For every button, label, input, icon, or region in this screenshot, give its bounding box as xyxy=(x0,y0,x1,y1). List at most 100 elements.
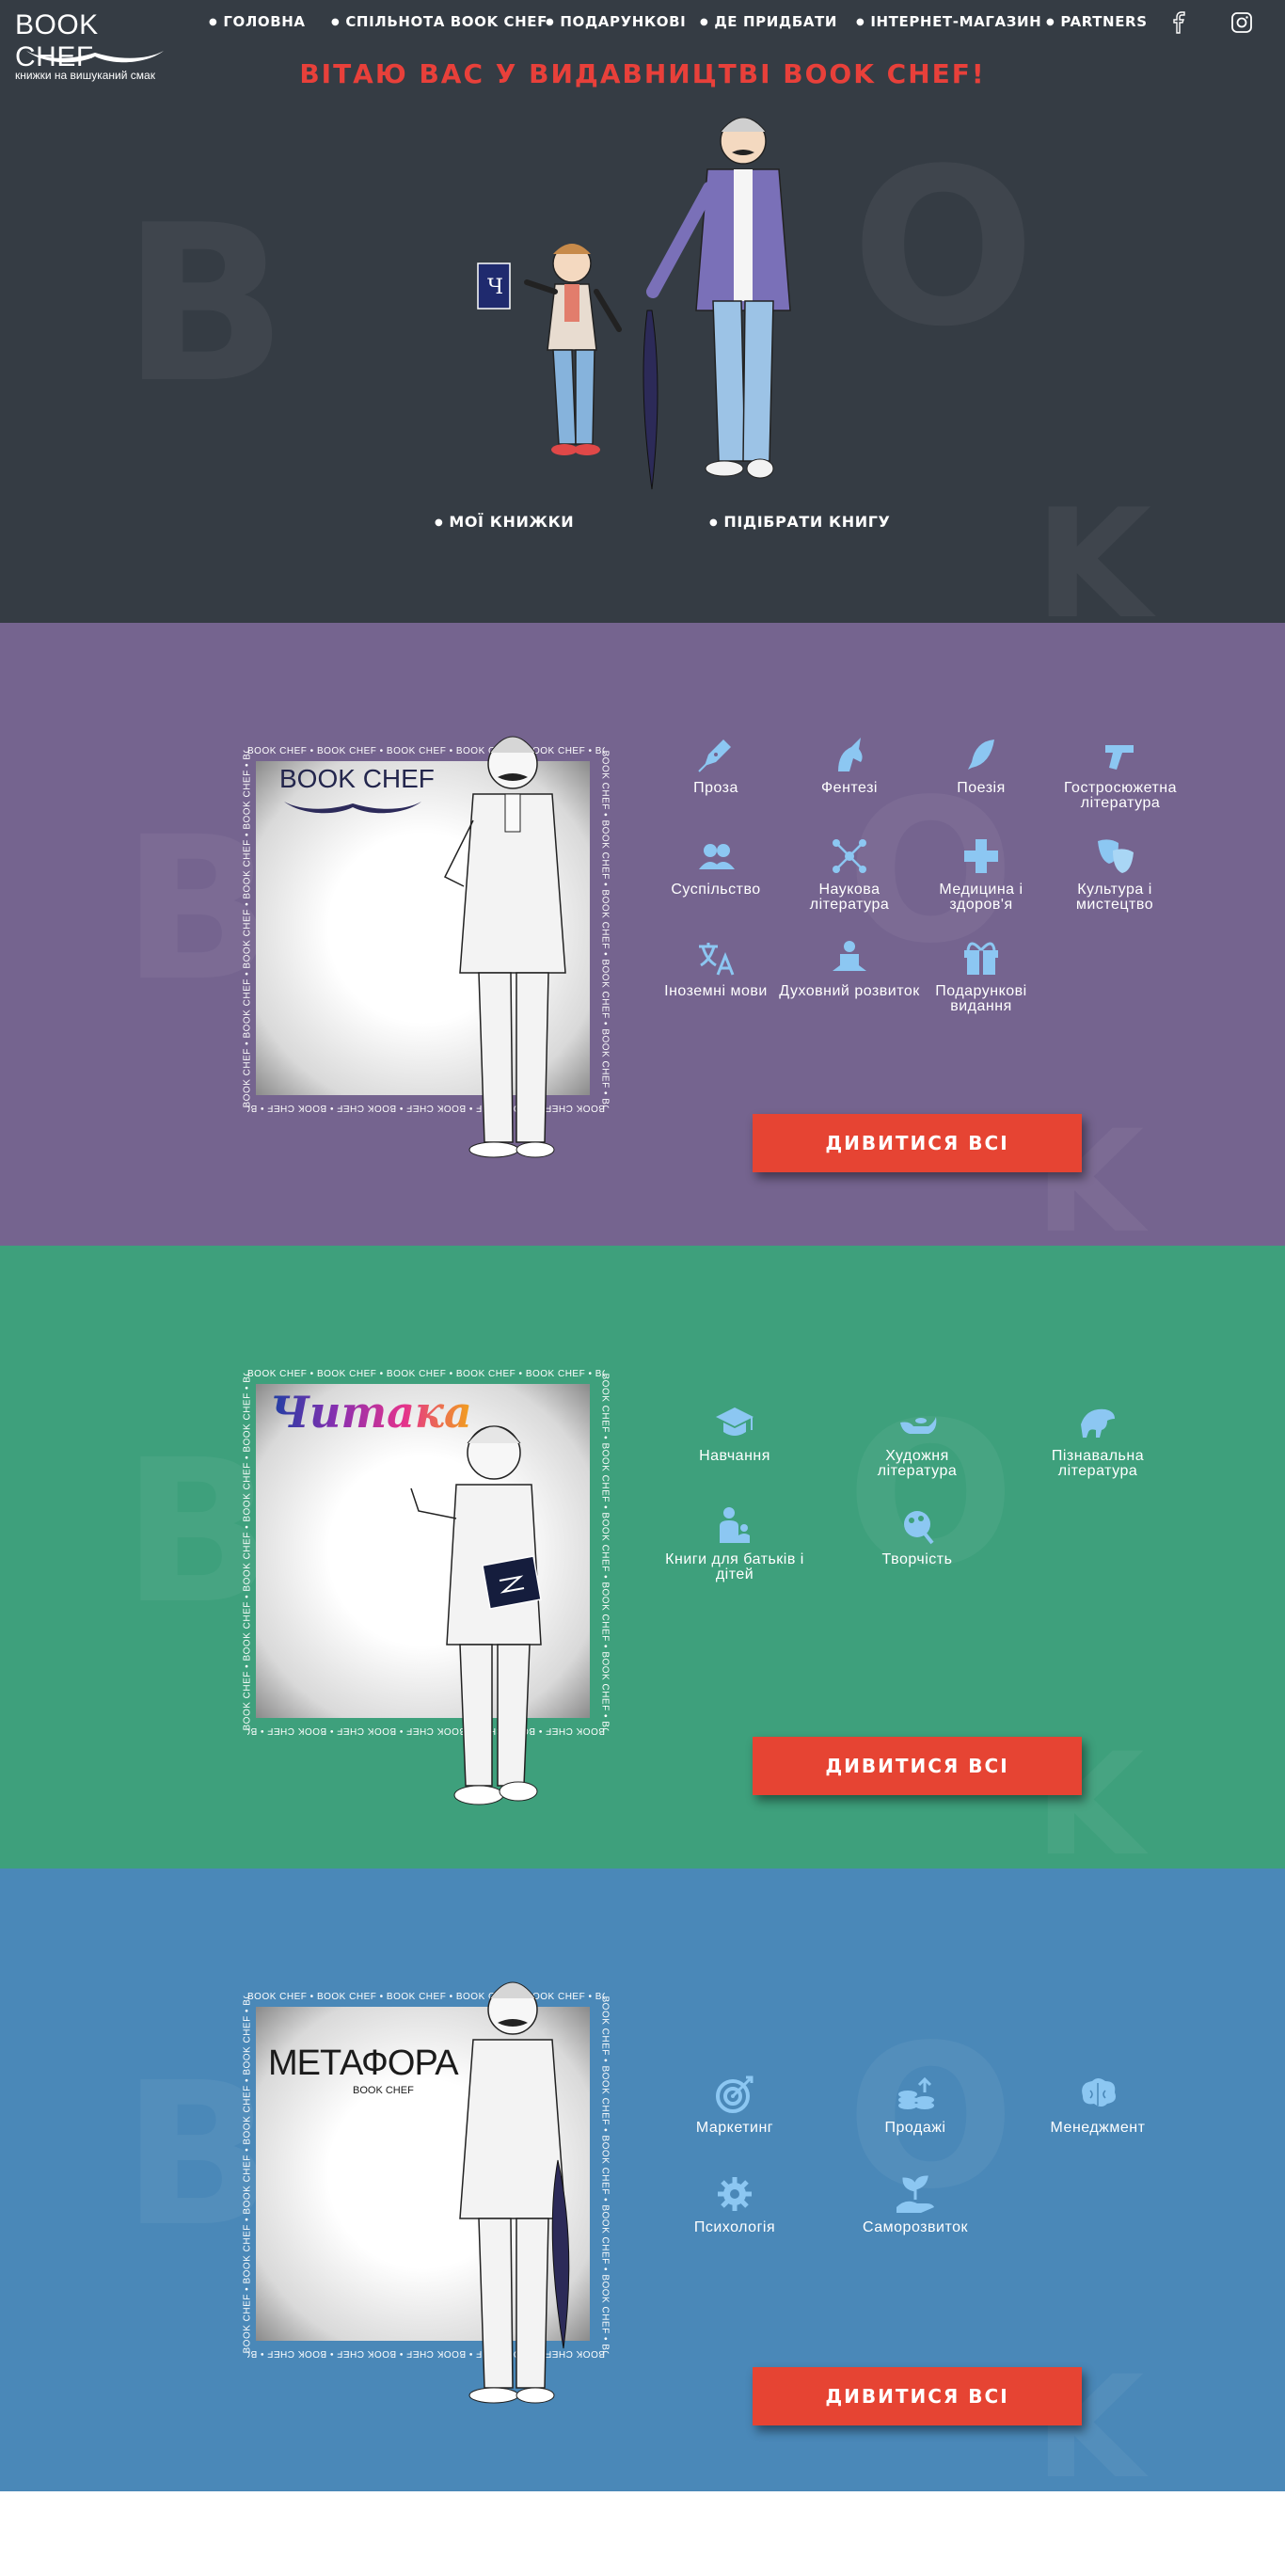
category-creativity[interactable]: Творчість xyxy=(847,1505,988,1567)
chef-figure xyxy=(443,736,566,1158)
category-prose[interactable]: Проза xyxy=(645,734,786,796)
category-parents-children[interactable]: Книги для батьків і дітей xyxy=(655,1505,815,1582)
mustache-icon xyxy=(284,802,421,814)
decorative-letter-o: O xyxy=(851,123,1036,374)
category-thriller[interactable]: Гостросюжетна література xyxy=(1050,734,1191,811)
category-management[interactable]: Менеджмент xyxy=(1027,2074,1168,2136)
users-icon xyxy=(699,844,735,869)
category-label: Менеджмент xyxy=(1050,2120,1146,2136)
umbrella-icon xyxy=(642,310,658,490)
category-label: Маркетинг xyxy=(695,2120,774,2136)
frame-strip-right: BOOK CHEF • BOOK CHEF • BOOK CHEF • BOOK… xyxy=(599,1373,611,1731)
unicorn-icon xyxy=(838,738,863,771)
my-books-link[interactable]: МОЇ КНИЖКИ xyxy=(435,513,574,531)
translate-icon xyxy=(699,943,735,976)
chytaka-category-section: B O K BOOK CHEF • BOOK CHEF • BOOK CHEF … xyxy=(0,1246,1285,1868)
book-icon: Ч xyxy=(477,262,511,310)
nav-item-community[interactable]: СПІЛЬНОТА BOOK CHEF xyxy=(331,13,547,30)
category-label: Саморозвиток xyxy=(863,2219,968,2235)
view-all-button[interactable]: ДИВИТИСЯ ВСІ xyxy=(753,2367,1082,2425)
category-label: Навчання xyxy=(699,1448,770,1464)
chytaka-brand-frame[interactable]: BOOK CHEF • BOOK CHEF • BOOK CHEF • BOOK… xyxy=(240,1368,611,1805)
category-label: Книги для батьків і дітей xyxy=(665,1551,804,1582)
nav-item-home[interactable]: ГОЛОВНА xyxy=(209,13,306,30)
gentleman-figure xyxy=(646,117,791,479)
chef-figure xyxy=(459,1981,570,2404)
graduation-cap-icon xyxy=(716,1407,754,1436)
hero-section: B O K BOOK CHEF книжки на вишуканий смак… xyxy=(0,0,1285,623)
category-self-development[interactable]: Саморозвиток xyxy=(845,2173,986,2235)
meditation-icon xyxy=(833,941,866,971)
frame-strip-left: BOOK CHEF • BOOK CHEF • BOOK CHEF • BOOK… xyxy=(242,1373,253,1731)
creativity-icon xyxy=(904,1511,934,1545)
category-label: Подарункові видання xyxy=(935,983,1027,1014)
category-label: Продажі xyxy=(884,2120,946,2136)
category-fantasy[interactable]: Фентезі xyxy=(779,734,920,796)
category-label: Поезія xyxy=(957,780,1006,796)
bookchef-brand-label: BOOK CHEF xyxy=(279,764,435,793)
seedling-hand-icon xyxy=(896,2175,934,2213)
frame-strip-left: BOOK CHEF • BOOK CHEF • BOOK CHEF • BOOK… xyxy=(242,750,253,1108)
gift-icon xyxy=(964,942,998,975)
pistol-icon xyxy=(1105,745,1134,770)
category-marketing[interactable]: Маркетинг xyxy=(664,2074,805,2136)
category-fiction[interactable]: Художня література xyxy=(847,1402,988,1479)
frame-strip-left: BOOK CHEF • BOOK CHEF • BOOK CHEF • BOOK… xyxy=(242,1996,253,2354)
facebook-icon[interactable] xyxy=(1168,11,1191,34)
nav-item-online-store[interactable]: ІНТЕРНЕТ-МАГАЗИН xyxy=(856,13,1041,30)
umbrella-icon xyxy=(551,2159,570,2349)
nav-item-gifts[interactable]: ПОДАРУНКОВІ xyxy=(546,13,686,30)
category-gift-editions[interactable]: Подарункові видання xyxy=(911,937,1052,1014)
pen-nib-icon xyxy=(698,739,731,772)
decorative-letter-b: B xyxy=(122,180,288,431)
category-society[interactable]: Суспільство xyxy=(645,835,786,898)
brain-icon xyxy=(1082,2078,1116,2107)
nav-item-where-to-buy[interactable]: ДЕ ПРИДБАТИ xyxy=(700,13,837,30)
category-medicine[interactable]: Медицина і здоров'я xyxy=(911,835,1052,913)
svg-text:Ч: Ч xyxy=(487,276,503,299)
category-spiritual[interactable]: Духовний розвиток xyxy=(779,937,920,999)
coins-icon xyxy=(898,2076,934,2109)
category-poetry[interactable]: Поезія xyxy=(911,734,1052,796)
instagram-icon[interactable] xyxy=(1230,11,1253,34)
view-all-button[interactable]: ДИВИТИСЯ ВСІ xyxy=(753,1114,1082,1172)
category-label: Іноземні мови xyxy=(664,983,768,999)
pick-book-link[interactable]: ПІДІБРАТИ КНИГУ xyxy=(709,513,890,531)
bookchef-category-section: B O K BOOK CHEF • BOOK CHEF • BOOK CHEF … xyxy=(0,623,1285,1246)
category-science[interactable]: Наукова література xyxy=(779,835,920,913)
hero-illustration: Ч xyxy=(477,117,791,490)
category-label: Психологія xyxy=(693,2219,776,2235)
magic-lamp-icon xyxy=(900,1417,937,1434)
hero-title: ВІТАЮ ВАС У ВИДАВНИЦТВІ BOOK CHEF! xyxy=(299,58,986,89)
category-label: Духовний розвиток xyxy=(779,983,920,999)
category-label: Творчість xyxy=(881,1551,953,1567)
category-foreign-languages[interactable]: Іноземні мови xyxy=(645,937,786,999)
view-all-button[interactable]: ДИВИТИСЯ ВСІ xyxy=(753,1737,1082,1795)
category-label: Проза xyxy=(693,780,738,796)
parent-child-icon xyxy=(720,1507,750,1543)
category-educational-literature[interactable]: Пізнавальна література xyxy=(1027,1402,1168,1479)
dinosaur-icon xyxy=(1081,1408,1115,1438)
theater-masks-icon xyxy=(1098,839,1134,873)
category-label: Суспільство xyxy=(671,882,761,898)
molecule-icon xyxy=(833,839,866,873)
metafora-category-section: B O K BOOK CHEF • BOOK CHEF • BOOK CHEF … xyxy=(0,1868,1285,2491)
category-label: Пізнавальна література xyxy=(1051,1448,1145,1479)
nav-item-partners[interactable]: PARTNERS xyxy=(1046,13,1148,30)
metafora-brand-sub: BOOK CHEF xyxy=(353,2085,414,2096)
category-culture[interactable]: Культура і мистецтво xyxy=(1044,835,1185,913)
medical-cross-icon xyxy=(964,839,998,873)
category-label: Культура і мистецтво xyxy=(1075,882,1154,913)
frame-strip-top: BOOK CHEF • BOOK CHEF • BOOK CHEF • BOOK… xyxy=(247,1369,605,1379)
boy-figure xyxy=(410,1425,542,1805)
book-icon xyxy=(482,1555,542,1610)
category-label: Фентезі xyxy=(821,780,878,796)
category-education[interactable]: Навчання xyxy=(664,1402,805,1464)
feather-icon xyxy=(968,739,994,770)
boy-figure xyxy=(524,244,622,455)
metafora-brand-frame[interactable]: BOOK CHEF • BOOK CHEF • BOOK CHEF • BOOK… xyxy=(240,1981,611,2404)
category-sales[interactable]: Продажі xyxy=(845,2074,986,2136)
bookchef-brand-frame[interactable]: BOOK CHEF • BOOK CHEF • BOOK CHEF • BOOK… xyxy=(240,736,611,1158)
category-psychology[interactable]: Психологія xyxy=(664,2173,805,2235)
gear-head-icon xyxy=(718,2177,752,2211)
